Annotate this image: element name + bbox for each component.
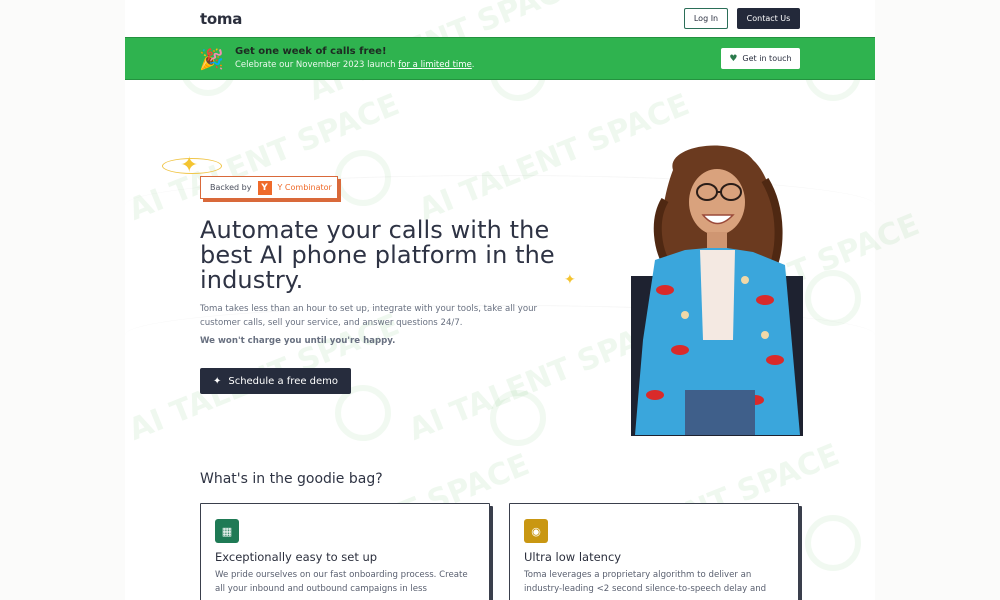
feature-card-latency: ◉ Ultra low latency Toma leverages a pro… [509, 503, 799, 600]
toma-logo[interactable]: toma [200, 10, 242, 28]
get-in-touch-label: Get in touch [742, 54, 792, 63]
feature-card-title: Exceptionally easy to set up [215, 550, 378, 564]
goodie-bag-title: What's in the goodie bag? [200, 471, 383, 487]
get-in-touch-button[interactable]: ♥ Get in touch [721, 48, 800, 69]
feature-card-body: Toma leverages a proprietary algorithm t… [524, 570, 767, 594]
banner-subtitle: Celebrate our November 2023 launch for a… [235, 60, 475, 70]
login-button[interactable]: Log In [684, 8, 728, 29]
heart-icon: ♥ [729, 53, 738, 64]
timer-icon: ◉ [524, 519, 548, 543]
banner-subtitle-suffix: . [471, 60, 475, 70]
backed-by-badge: Backed by Y Y Combinator [200, 176, 338, 199]
hero-title: Automate your calls with the best AI pho… [200, 216, 555, 294]
contact-us-button[interactable]: Contact Us [737, 8, 800, 29]
y-combinator-logo: Y [257, 180, 272, 195]
sparkle-small-icon: ✦ [564, 272, 576, 288]
schedule-demo-button[interactable]: ✦ Schedule a free demo [200, 368, 351, 394]
feature-card-body: We pride ourselves on our fast onboardin… [215, 570, 468, 594]
feature-card-title: Ultra low latency [524, 550, 622, 564]
y-combinator-name: Y Combinator [277, 183, 332, 192]
sparkles-icon: ✦ [212, 375, 222, 387]
backed-by-label: Backed by [210, 183, 252, 192]
hero-note: We won't charge you until you're happy. [200, 336, 396, 346]
promo-banner: 🎉 Get one week of calls free! Celebrate … [125, 37, 875, 80]
banner-subtitle-prefix: Celebrate our November 2023 launch [235, 60, 399, 70]
hero-description: Toma takes less than an hour to set up, … [200, 304, 538, 328]
limited-time-link[interactable]: for a limited time [398, 60, 472, 70]
feature-card-setup: ▦ Exceptionally easy to set up We pride … [200, 503, 490, 600]
schedule-demo-label: Schedule a free demo [228, 375, 339, 387]
calculator-icon: ▦ [215, 519, 239, 543]
banner-title: Get one week of calls free! [235, 46, 387, 57]
sparkle-icon: ✦ [180, 153, 199, 178]
party-popper-icon: 🎉 [199, 47, 224, 71]
hero-portrait-image [631, 145, 803, 436]
